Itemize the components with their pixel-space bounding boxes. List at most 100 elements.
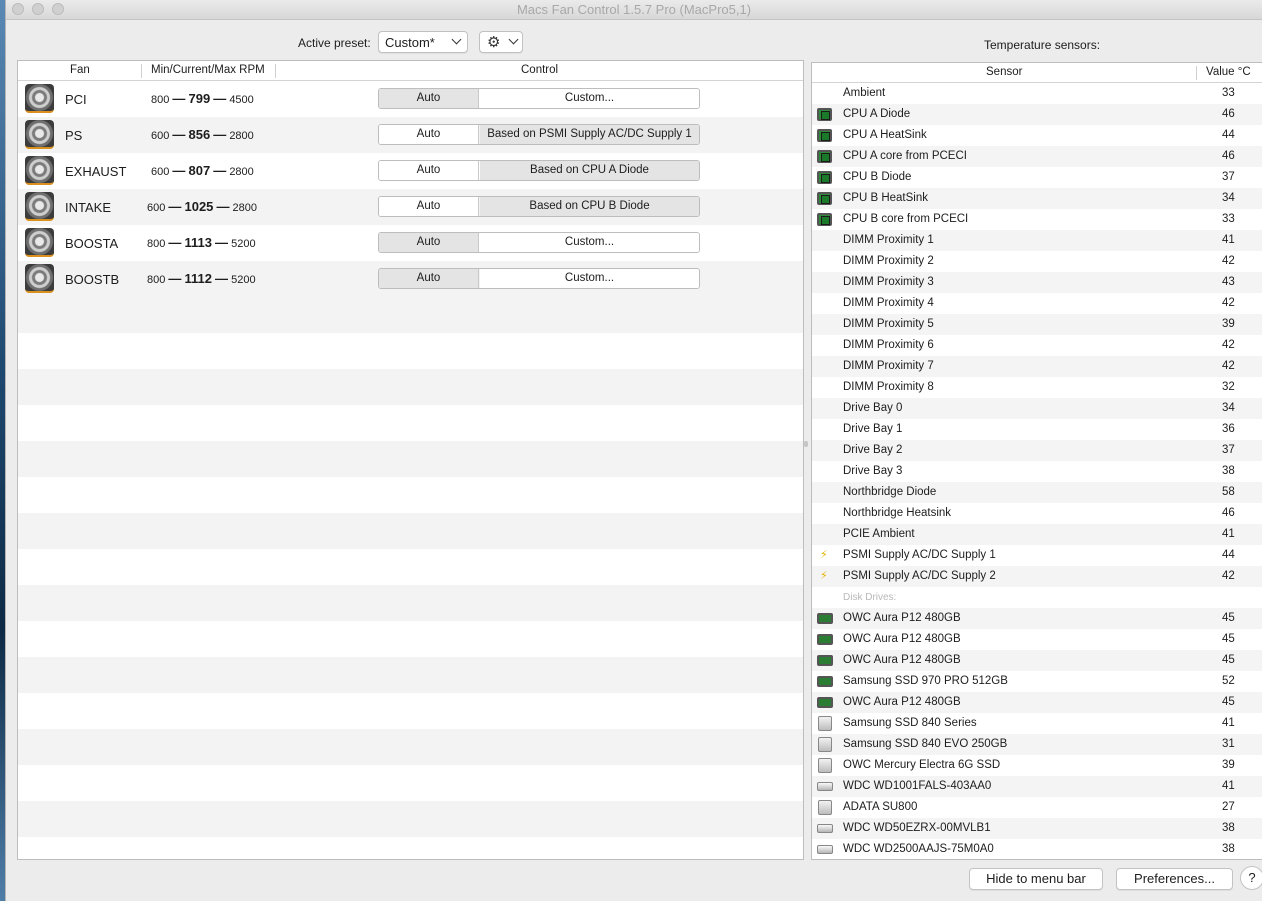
sensor-row[interactable]: CPU A core from PCECI 46 <box>812 146 1262 167</box>
power-bolt-icon: ⚡ <box>820 549 828 561</box>
custom-control-segment[interactable]: Based on CPU A Diode <box>480 161 699 180</box>
sensor-row[interactable]: CPU B Diode 37 <box>812 167 1262 188</box>
settings-menu-button[interactable]: ⚙ <box>479 31 523 53</box>
sensor-value: 44 <box>1222 129 1235 141</box>
custom-control-segment[interactable]: Custom... <box>480 89 699 108</box>
app-window: Macs Fan Control 1.5.7 Pro (MacPro5,1) A… <box>5 0 1262 901</box>
custom-control-segment[interactable]: Custom... <box>480 233 699 252</box>
auto-segment[interactable]: Auto <box>379 269 479 288</box>
auto-segment[interactable]: Auto <box>379 197 479 216</box>
sensor-row[interactable]: OWC Aura P12 480GB 45 <box>812 629 1262 650</box>
sensor-row[interactable]: OWC Mercury Electra 6G SSD 39 <box>812 755 1262 776</box>
column-header-fan[interactable]: Fan <box>70 64 90 76</box>
sensor-row[interactable]: DIMM Proximity 2 42 <box>812 251 1262 272</box>
custom-control-segment[interactable]: Based on PSMI Supply AC/DC Supply 1 <box>480 125 699 144</box>
custom-control-segment[interactable]: Custom... <box>480 269 699 288</box>
rpm-dash: — <box>168 199 182 214</box>
preset-select[interactable]: Custom* <box>378 31 468 53</box>
sensor-row[interactable]: OWC Aura P12 480GB 45 <box>812 608 1262 629</box>
sensor-name: CPU A Diode <box>843 108 911 120</box>
fan-current-rpm: 799 <box>188 91 211 106</box>
sensor-row[interactable]: CPU A Diode 46 <box>812 104 1262 125</box>
sensor-row[interactable]: PCIE Ambient 41 <box>812 524 1262 545</box>
fan-name: PS <box>65 128 83 143</box>
sensor-name: WDC WD1001FALS-403AA0 <box>843 780 992 792</box>
sensor-row[interactable]: ⚡ PSMI Supply AC/DC Supply 1 44 <box>812 545 1262 566</box>
fan-row[interactable]: PS 600 — 856 — 2800 Auto Based on PSMI Supp… <box>18 117 803 153</box>
sensor-row[interactable]: Samsung SSD 840 EVO 250GB 31 <box>812 734 1262 755</box>
sensor-row[interactable]: Samsung SSD 970 PRO 512GB 52 <box>812 671 1262 692</box>
sensor-row[interactable]: Drive Bay 1 36 <box>812 419 1262 440</box>
rpm-dash: — <box>213 163 227 178</box>
fan-row[interactable]: BOOSTB 800 — 1112 — 5200 Auto Custom... <box>18 261 803 297</box>
auto-segment[interactable]: Auto <box>379 161 479 180</box>
sensor-row[interactable]: DIMM Proximity 8 32 <box>812 377 1262 398</box>
hide-to-menu-bar-button[interactable]: Hide to menu bar <box>969 868 1103 890</box>
sensor-name: PSMI Supply AC/DC Supply 2 <box>843 570 996 582</box>
sensor-table-header: Sensor Value °C <box>812 63 1262 83</box>
sensor-row[interactable]: ADATA SU800 27 <box>812 797 1262 818</box>
sensor-row[interactable]: Samsung SSD 840 Series 41 <box>812 713 1262 734</box>
fan-row[interactable]: EXHAUST 600 — 807 — 2800 Auto Based on CPU … <box>18 153 803 189</box>
sensor-row[interactable]: Drive Bay 2 37 <box>812 440 1262 461</box>
sensor-row[interactable]: DIMM Proximity 4 42 <box>812 293 1262 314</box>
sensor-value: 38 <box>1222 843 1235 855</box>
sensor-row[interactable]: Drive Bay 3 38 <box>812 461 1262 482</box>
column-header-rpm[interactable]: Min/Current/Max RPM <box>151 64 265 76</box>
fan-max-rpm: 5200 <box>231 238 256 250</box>
fan-min-rpm: 800 <box>147 274 166 286</box>
sensor-value: 46 <box>1222 108 1235 120</box>
sensor-name: Samsung SSD 970 PRO 512GB <box>843 675 1008 687</box>
sensor-value: 42 <box>1222 339 1235 351</box>
fan-row[interactable]: BOOSTA 800 — 1113 — 5200 Auto Custom... <box>18 225 803 261</box>
split-view-divider-handle[interactable] <box>804 441 809 449</box>
fan-name: PCI <box>65 92 87 107</box>
sensor-value: 45 <box>1222 633 1235 645</box>
sensor-row[interactable]: WDC WD50EZRX-00MVLB1 38 <box>812 818 1262 839</box>
sensor-row[interactable]: Drive Bay 0 34 <box>812 398 1262 419</box>
sensor-row[interactable]: WDC WD2500AAJS-75M0A0 38 <box>812 839 1262 859</box>
sensor-row[interactable]: Northbridge Heatsink 46 <box>812 503 1262 524</box>
sensor-row[interactable]: OWC Aura P12 480GB 45 <box>812 650 1262 671</box>
sensor-row[interactable]: DIMM Proximity 7 42 <box>812 356 1262 377</box>
fan-row[interactable]: PCI 800 — 799 — 4500 Auto Custom... <box>18 81 803 117</box>
sensor-row[interactable]: Ambient 33 <box>812 83 1262 104</box>
sensor-name: Samsung SSD 840 EVO 250GB <box>843 738 1008 750</box>
sensor-row[interactable]: DIMM Proximity 1 41 <box>812 230 1262 251</box>
sensor-value: 37 <box>1222 171 1235 183</box>
rpm-dash: — <box>172 163 186 178</box>
fan-control-segmented: Auto Based on PSMI Supply AC/DC Supply 1 <box>378 124 700 145</box>
fan-rpm: 600 — 807 — 2800 <box>151 163 254 178</box>
sensor-row[interactable]: Northbridge Diode 58 <box>812 482 1262 503</box>
auto-segment[interactable]: Auto <box>379 125 479 144</box>
empty-row <box>18 585 803 621</box>
empty-row <box>18 621 803 657</box>
sensor-row[interactable]: CPU A HeatSink 44 <box>812 125 1262 146</box>
sensor-name: Northbridge Diode <box>843 486 937 498</box>
auto-segment[interactable]: Auto <box>379 233 479 252</box>
ssd-icon <box>817 697 833 708</box>
empty-row <box>18 513 803 549</box>
sensor-row[interactable]: DIMM Proximity 5 39 <box>812 314 1262 335</box>
sensor-row[interactable]: ⚡ PSMI Supply AC/DC Supply 2 42 <box>812 566 1262 587</box>
sensor-name: Northbridge Heatsink <box>843 507 952 519</box>
fan-row[interactable]: INTAKE 600 — 1025 — 2800 Auto Based on CPU … <box>18 189 803 225</box>
auto-segment[interactable]: Auto <box>379 89 479 108</box>
sensor-row[interactable]: CPU B core from PCECI 33 <box>812 209 1262 230</box>
fan-icon <box>25 228 54 257</box>
sensor-name: PSMI Supply AC/DC Supply 1 <box>843 549 996 561</box>
column-header-sensor[interactable]: Sensor <box>986 66 1022 78</box>
active-preset-label: Active preset: <box>298 36 371 50</box>
column-header-control[interactable]: Control <box>521 64 558 76</box>
preferences-button[interactable]: Preferences... <box>1116 868 1233 890</box>
custom-control-segment[interactable]: Based on CPU B Diode <box>480 197 699 216</box>
sensor-row[interactable]: CPU B HeatSink 34 <box>812 188 1262 209</box>
help-button[interactable]: ? <box>1240 866 1262 890</box>
sensor-row[interactable]: DIMM Proximity 3 43 <box>812 272 1262 293</box>
sensor-row[interactable]: DIMM Proximity 6 42 <box>812 335 1262 356</box>
rpm-dash: — <box>213 127 227 142</box>
sensor-row[interactable]: OWC Aura P12 480GB 45 <box>812 692 1262 713</box>
fan-icon <box>25 192 54 221</box>
column-header-value[interactable]: Value °C <box>1206 66 1251 78</box>
sensor-row[interactable]: WDC WD1001FALS-403AA0 41 <box>812 776 1262 797</box>
